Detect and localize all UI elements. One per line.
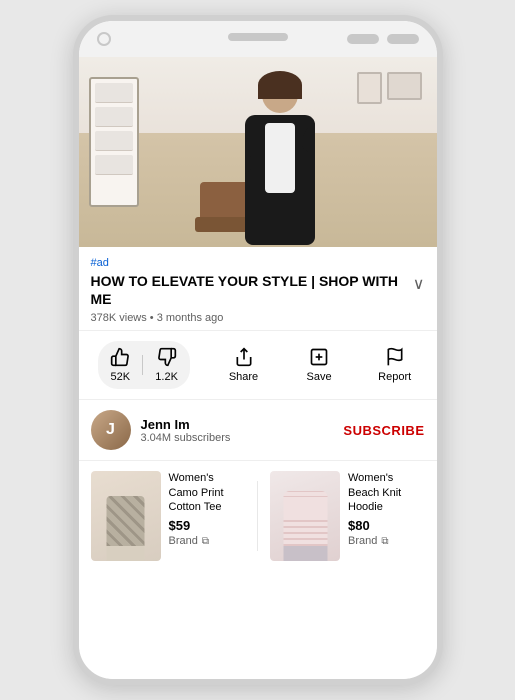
tee-pattern	[107, 496, 145, 546]
product-name-1: Women's Camo Print Cotton Tee	[169, 471, 246, 514]
product-price-1: $59	[169, 518, 246, 533]
like-dislike-group: 52K 1.2K	[98, 341, 190, 389]
report-button[interactable]: Report	[373, 347, 417, 383]
phone-frame: #ad HOW TO ELEVATE YOUR STYLE | SHOP WIT…	[73, 15, 443, 685]
hoodie-body	[283, 491, 327, 546]
subscribe-button[interactable]: SUBSCRIBE	[343, 423, 424, 438]
shelf-unit	[89, 77, 139, 207]
person-shirt	[265, 123, 295, 193]
person-head	[262, 77, 298, 113]
product-details-1: Women's Camo Print Cotton Tee $59 Brand …	[169, 471, 246, 561]
channel-subscribers: 3.04M subscribers	[141, 432, 344, 444]
channel-info: Jenn Im 3.04M subscribers	[141, 417, 344, 444]
video-title-row: HOW TO ELEVATE YOUR STYLE | SHOP WITH ME…	[91, 272, 425, 308]
product-image-1	[91, 471, 161, 561]
tee-pants	[107, 546, 145, 561]
phone-content: #ad HOW TO ELEVATE YOUR STYLE | SHOP WIT…	[79, 57, 437, 679]
product-card-2[interactable]: Women's Beach Knit Hoodie $80 Brand ⧉	[270, 471, 425, 561]
product-name-2: Women's Beach Knit Hoodie	[348, 471, 425, 514]
product-card-1[interactable]: Women's Camo Print Cotton Tee $59 Brand …	[91, 471, 246, 561]
action-bar: 52K 1.2K Share	[79, 331, 437, 400]
channel-row: J Jenn Im 3.04M subscribers SUBSCRIBE	[79, 400, 437, 461]
tee-body	[107, 496, 145, 546]
share-button[interactable]: Share	[222, 347, 266, 383]
video-background	[79, 57, 437, 247]
like-button[interactable]: 52K	[98, 341, 142, 389]
external-link-icon-1: ⧉	[202, 536, 209, 547]
share-label: Share	[229, 371, 258, 383]
product-figure-1	[98, 476, 153, 561]
ad-tag: #ad	[91, 257, 425, 269]
report-label: Report	[378, 371, 411, 383]
video-title: HOW TO ELEVATE YOUR STYLE | SHOP WITH ME	[91, 272, 405, 308]
product-brand-1: Brand	[169, 535, 198, 547]
chevron-down-icon[interactable]: ∨	[413, 272, 425, 294]
video-thumbnail[interactable]	[79, 57, 437, 247]
dislike-button[interactable]: 1.2K	[143, 341, 190, 389]
phone-btn-2	[387, 34, 419, 44]
product-price-2: $80	[348, 518, 425, 533]
avatar-initial: J	[106, 421, 115, 439]
video-info-section: #ad HOW TO ELEVATE YOUR STYLE | SHOP WIT…	[79, 247, 437, 331]
hoodie-sleeves	[283, 497, 327, 519]
dislike-count: 1.2K	[155, 371, 178, 383]
product-brand-2: Brand	[348, 535, 377, 547]
product-details-2: Women's Beach Knit Hoodie $80 Brand ⧉	[348, 471, 425, 561]
person-figure	[225, 77, 335, 237]
save-label: Save	[307, 371, 332, 383]
shelf-item	[95, 83, 133, 103]
video-meta: 378K views • 3 months ago	[91, 312, 425, 324]
phone-buttons	[347, 34, 419, 44]
person-body	[245, 115, 315, 205]
products-divider	[257, 481, 258, 551]
products-section: Women's Camo Print Cotton Tee $59 Brand …	[79, 461, 437, 571]
shelf-item	[95, 155, 133, 175]
shelf-item	[95, 131, 133, 151]
shelf-item	[95, 107, 133, 127]
phone-top-bar	[79, 21, 437, 57]
save-icon	[309, 347, 329, 367]
avatar[interactable]: J	[91, 410, 131, 450]
channel-name[interactable]: Jenn Im	[141, 417, 344, 432]
person-legs	[245, 205, 315, 245]
wall-art-2	[357, 72, 382, 104]
person-arm-left	[245, 115, 254, 177]
save-button[interactable]: Save	[297, 347, 341, 383]
person-arm-right	[297, 115, 315, 156]
external-link-icon-2: ⧉	[381, 536, 388, 547]
person-hair	[258, 71, 302, 99]
product-image-2	[270, 471, 340, 561]
flag-icon	[385, 347, 405, 367]
phone-btn-1	[347, 34, 379, 44]
hoodie-pants	[283, 546, 327, 561]
product-brand-row-2: Brand ⧉	[348, 535, 425, 547]
thumbs-up-icon	[110, 347, 130, 367]
thumbs-down-icon	[157, 347, 177, 367]
like-count: 52K	[110, 371, 130, 383]
product-brand-row-1: Brand ⧉	[169, 535, 246, 547]
phone-speaker	[228, 33, 288, 41]
product-figure-2	[278, 476, 333, 561]
wall-art-1	[387, 72, 422, 100]
share-icon	[234, 347, 254, 367]
phone-camera	[97, 32, 111, 46]
